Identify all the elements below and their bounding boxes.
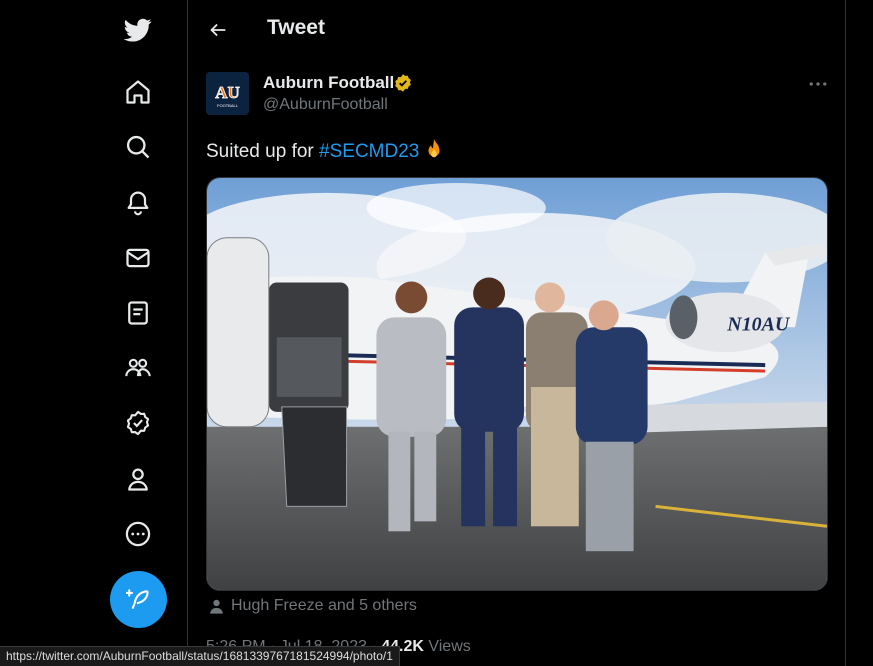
browser-status-bar: https://twitter.com/AuburnFootball/statu…: [0, 646, 400, 666]
svg-text:AU: AU: [215, 83, 240, 102]
page-header: Tweet: [188, 0, 846, 60]
people-group: [376, 277, 648, 552]
compose-feather-icon: [125, 588, 149, 609]
verified-badge-icon[interactable]: [393, 73, 413, 93]
tweet-text: Suited up for #SECMD23: [206, 138, 445, 163]
profile-icon[interactable]: [122, 463, 154, 495]
hashtag-link[interactable]: #SECMD23: [319, 141, 419, 162]
tweet-detail-column: Tweet AU FOOTBALL Auburn Football @Aubur…: [188, 0, 846, 666]
verified-icon[interactable]: [122, 407, 154, 439]
tagged-people-link[interactable]: Hugh Freeze and 5 others: [208, 597, 417, 615]
team-jet-photo: N10AU: [207, 178, 827, 590]
compose-tweet-button[interactable]: [110, 571, 167, 628]
author-name[interactable]: Auburn Football: [263, 73, 394, 93]
messages-envelope-icon[interactable]: [122, 242, 154, 274]
author-handle[interactable]: @AuburnFootball: [263, 96, 388, 114]
more-dots-icon: [809, 82, 827, 86]
person-tag-icon: [210, 599, 223, 614]
lists-icon[interactable]: [122, 297, 154, 329]
back-arrow-icon: [210, 23, 226, 37]
more-circle-icon[interactable]: [122, 518, 154, 550]
tagged-people-text: Hugh Freeze and 5 others: [231, 597, 417, 614]
back-button[interactable]: [204, 16, 232, 44]
page-title: Tweet: [267, 16, 325, 39]
notifications-bell-icon[interactable]: [122, 186, 154, 218]
svg-text:FOOTBALL: FOOTBALL: [217, 103, 239, 108]
more-options-button[interactable]: [806, 74, 830, 94]
author-avatar[interactable]: AU FOOTBALL: [206, 72, 249, 115]
tweet-photo[interactable]: N10AU: [206, 177, 828, 591]
home-icon[interactable]: [122, 76, 154, 108]
auburn-logo-icon: AU FOOTBALL: [206, 72, 249, 115]
views-label: Views: [423, 638, 471, 655]
twitter-logo-icon[interactable]: [122, 14, 154, 46]
fire-emoji-icon: [428, 138, 440, 158]
svg-text:N10AU: N10AU: [726, 313, 791, 335]
tweet-text-body: Suited up for: [206, 141, 320, 162]
search-icon[interactable]: [122, 131, 154, 163]
sidebar-nav: [0, 0, 188, 666]
communities-icon[interactable]: [122, 352, 154, 384]
